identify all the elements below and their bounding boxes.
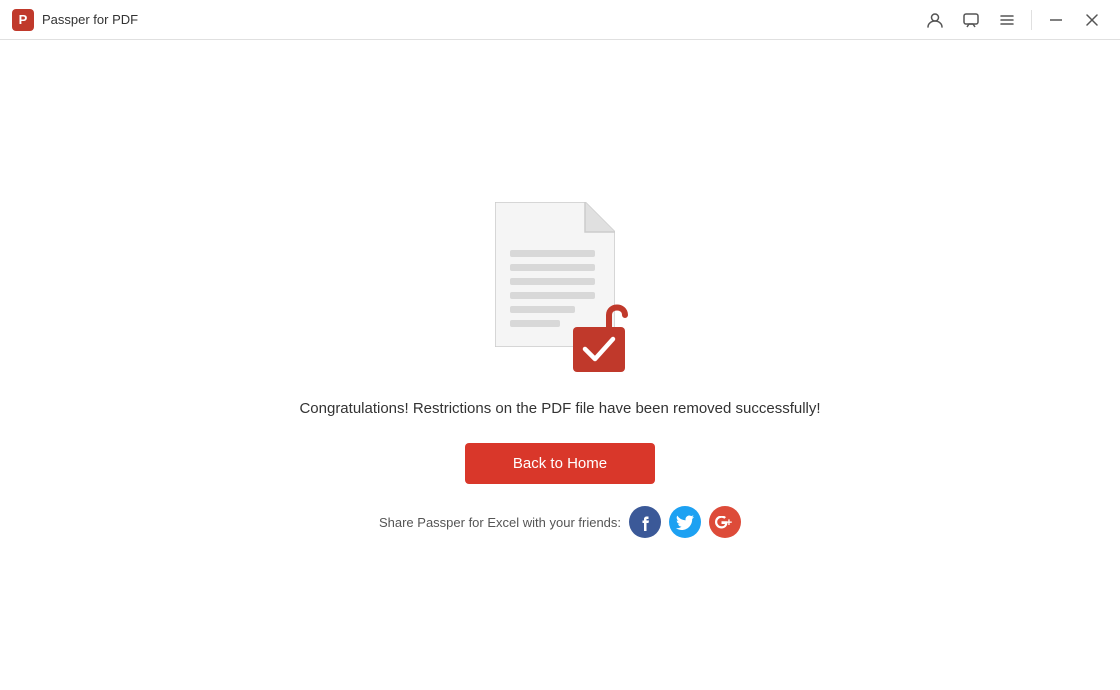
googleplus-icon: + — [715, 516, 735, 529]
back-to-home-button[interactable]: Back to Home — [465, 443, 655, 484]
titlebar: P Passper for PDF — [0, 0, 1120, 40]
svg-text:+: + — [726, 517, 732, 529]
googleplus-share-button[interactable]: + — [709, 506, 741, 538]
chat-button[interactable] — [955, 4, 987, 36]
titlebar-controls — [919, 4, 1108, 36]
account-button[interactable] — [919, 4, 951, 36]
facebook-share-button[interactable] — [629, 506, 661, 538]
lock-icon — [573, 297, 635, 372]
menu-icon — [998, 11, 1016, 29]
twitter-share-button[interactable] — [669, 506, 701, 538]
menu-button[interactable] — [991, 4, 1023, 36]
close-icon — [1086, 14, 1098, 26]
titlebar-separator — [1031, 10, 1032, 30]
close-button[interactable] — [1076, 4, 1108, 36]
app-title: Passper for PDF — [42, 12, 138, 27]
main-content: Congratulations! Restrictions on the PDF… — [0, 40, 1120, 690]
minimize-button[interactable] — [1040, 4, 1072, 36]
facebook-icon — [640, 513, 650, 531]
share-text: Share Passper for Excel with your friend… — [379, 515, 621, 530]
titlebar-left: P Passper for PDF — [12, 9, 138, 31]
account-icon — [926, 11, 944, 29]
minimize-icon — [1050, 19, 1062, 21]
share-row: Share Passper for Excel with your friend… — [379, 506, 741, 538]
chat-icon — [962, 11, 980, 29]
twitter-icon — [676, 515, 694, 530]
success-message: Congratulations! Restrictions on the PDF… — [299, 400, 820, 417]
illustration — [475, 192, 645, 372]
app-icon: P — [12, 9, 34, 31]
